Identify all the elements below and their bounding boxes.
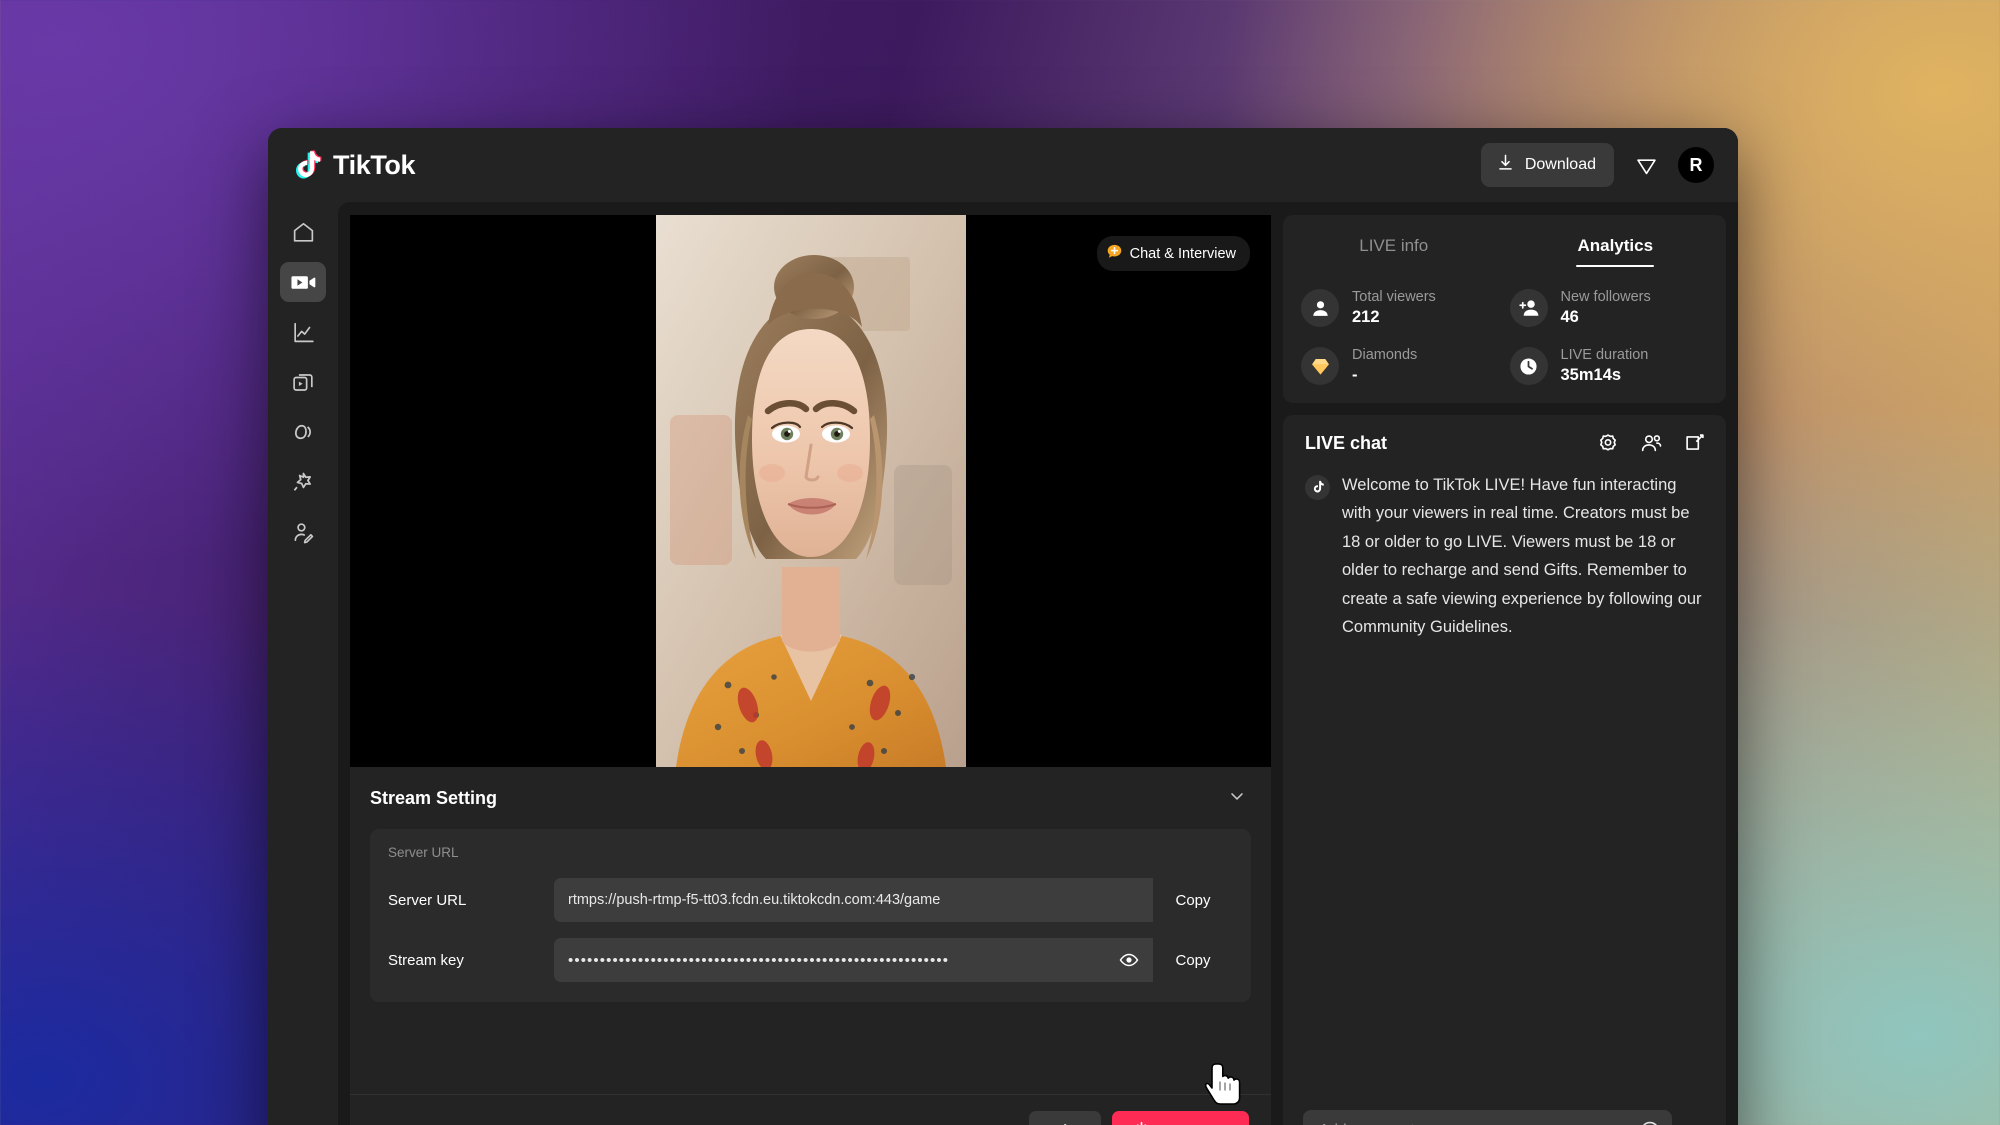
diamond-icon: [1301, 347, 1339, 385]
tab-live-info-label: LIVE info: [1359, 236, 1429, 255]
share-arrow-icon: [1055, 1121, 1074, 1125]
avatar-initial: R: [1689, 154, 1703, 175]
stat-label: Total viewers: [1352, 289, 1436, 305]
avatar[interactable]: R: [1678, 147, 1714, 183]
chat-bubble-plus-icon: [1106, 243, 1123, 264]
sidebar-item-profile[interactable]: [280, 512, 326, 552]
sidebar-item-sounds[interactable]: [280, 412, 326, 452]
chevron-down-icon[interactable]: [1227, 786, 1247, 811]
tab-live-info[interactable]: LIVE info: [1283, 215, 1505, 267]
share-button[interactable]: [1028, 1110, 1101, 1125]
chat-message: Welcome to TikTok LIVE! Have fun interac…: [1305, 471, 1706, 641]
comment-input[interactable]: [1303, 1110, 1672, 1125]
tiktok-note-icon: [1305, 475, 1330, 500]
pop-out-icon[interactable]: [1684, 432, 1706, 454]
stats-grid: Total viewers 212 New followers 46 Diamo…: [1283, 267, 1726, 385]
chat-input-row: [1283, 1096, 1726, 1125]
stream-key-label: Stream key: [388, 951, 464, 969]
tiktok-live-studio-window: TikTok Download R Chat & Interview Strea…: [268, 128, 1738, 1125]
stat-value: -: [1352, 366, 1358, 384]
emoji-smiley-icon[interactable]: [1639, 1120, 1661, 1125]
person-icon: [1301, 289, 1339, 327]
stream-credentials-card: Server URL Server URL rtmps://push-rtmp-…: [370, 829, 1251, 1002]
status-text: Online: [391, 1122, 440, 1125]
sidebar-item-live[interactable]: [280, 262, 326, 302]
chat-interview-badge[interactable]: Chat & Interview: [1096, 236, 1250, 271]
stat-value: 35m14s: [1560, 366, 1622, 384]
stream-setting-panel: Stream Setting Server URL Server URL rtm…: [350, 767, 1271, 1125]
server-url-field[interactable]: rtmps://push-rtmp-f5-tt03.fcdn.eu.tiktok…: [554, 878, 1153, 922]
stat-label: LIVE duration: [1560, 347, 1649, 363]
status-actions: 00:35:14: [1028, 1110, 1249, 1125]
send-comment-button[interactable]: [1682, 1118, 1708, 1125]
download-button[interactable]: Download: [1480, 143, 1614, 187]
stat-value: 212: [1352, 308, 1380, 326]
live-camera-feed: [655, 215, 966, 767]
live-chat-header: LIVE chat: [1283, 415, 1726, 471]
tab-analytics[interactable]: Analytics: [1505, 215, 1727, 267]
video-preview[interactable]: Chat & Interview: [350, 215, 1271, 767]
stat-new-followers: New followers 46: [1509, 289, 1709, 327]
sidebar-item-analytics[interactable]: [280, 312, 326, 352]
copy-server-url-button[interactable]: Copy: [1153, 878, 1233, 922]
chat-interview-label: Chat & Interview: [1129, 245, 1236, 262]
comment-input-wrapper: [1303, 1110, 1672, 1125]
stream-status-bar: Online: [350, 1094, 1271, 1125]
tiktok-logo: TikTok: [294, 149, 416, 181]
sidebar-nav: [268, 202, 338, 1125]
right-panel: LIVE info Analytics Total viewers 212 Ne…: [1283, 215, 1738, 1125]
live-timer: 00:35:14: [1161, 1122, 1229, 1125]
analytics-card: LIVE info Analytics Total viewers 212 Ne…: [1283, 215, 1726, 403]
eye-icon[interactable]: [1111, 950, 1139, 970]
main-content: Chat & Interview Stream Setting Server U…: [338, 202, 1738, 1125]
stat-label: Diamonds: [1352, 347, 1418, 363]
stream-key-row: Stream key •••••••••••••••••••••••••••••…: [388, 938, 1233, 982]
sidebar-item-home[interactable]: [280, 212, 326, 252]
stat-value: 46: [1560, 308, 1579, 326]
live-chat-title: LIVE chat: [1305, 432, 1388, 453]
stream-setting-title: Stream Setting: [370, 787, 498, 808]
stream-key-field[interactable]: ••••••••••••••••••••••••••••••••••••••••…: [554, 938, 1153, 982]
stat-diamonds: Diamonds -: [1301, 347, 1500, 385]
clock-icon: [1509, 347, 1548, 385]
live-chat-messages: Welcome to TikTok LIVE! Have fun interac…: [1283, 471, 1726, 1096]
download-icon: [1496, 153, 1515, 177]
download-label: Download: [1524, 156, 1596, 173]
server-url-label: Server URL: [388, 891, 467, 909]
stream-setting-header[interactable]: Stream Setting: [350, 767, 1271, 829]
sidebar-item-effects[interactable]: [280, 462, 326, 502]
left-column: Chat & Interview Stream Setting Server U…: [350, 215, 1271, 1125]
stream-key-masked-value: ••••••••••••••••••••••••••••••••••••••••…: [568, 951, 950, 969]
welcome-message-text: Welcome to TikTok LIVE! Have fun interac…: [1342, 476, 1702, 636]
analytics-tabs: LIVE info Analytics: [1283, 215, 1726, 267]
stat-total-viewers: Total viewers 212: [1301, 289, 1500, 327]
sidebar-item-videos[interactable]: [280, 362, 326, 402]
live-chat-header-actions: [1597, 432, 1706, 455]
header-actions: Download R: [1480, 143, 1714, 187]
end-live-button[interactable]: 00:35:14: [1111, 1110, 1249, 1125]
people-icon[interactable]: [1640, 432, 1663, 455]
server-url-row: Server URL rtmps://push-rtmp-f5-tt03.fcd…: [388, 878, 1233, 922]
live-chat-card: LIVE chat Welcome to TikTok LIVE! Have f…: [1283, 415, 1726, 1125]
person-plus-icon: [1509, 289, 1548, 327]
gear-icon[interactable]: [1597, 432, 1619, 454]
app-header: TikTok Download R: [268, 128, 1738, 202]
tiktok-note-icon: [294, 149, 324, 181]
power-icon: [1132, 1120, 1151, 1125]
app-body: Chat & Interview Stream Setting Server U…: [268, 202, 1738, 1125]
brand-name: TikTok: [333, 149, 416, 180]
server-url-section-label: Server URL: [388, 845, 459, 860]
send-icon[interactable]: [1628, 147, 1664, 183]
stat-live-duration: LIVE duration 35m14s: [1509, 347, 1709, 385]
stat-label: New followers: [1560, 289, 1651, 305]
tab-analytics-label: Analytics: [1577, 236, 1654, 255]
copy-stream-key-button[interactable]: Copy: [1153, 938, 1233, 982]
